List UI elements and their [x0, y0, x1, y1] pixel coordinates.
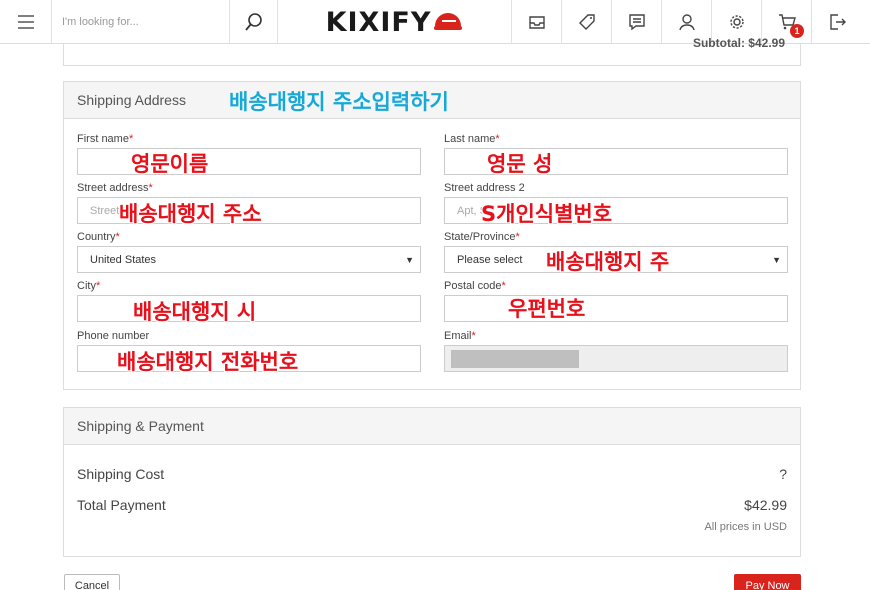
- tags-button[interactable]: [562, 0, 612, 44]
- annotation-first-name: 영문이름: [131, 152, 209, 176]
- shipping-address-card: Shipping Address First name* Last name* …: [63, 81, 801, 390]
- hamburger-icon: [17, 15, 34, 29]
- user-icon: [678, 14, 695, 31]
- country-value: United States: [90, 253, 157, 266]
- currency-note: All prices in USD: [704, 521, 787, 533]
- shipping-payment-card: Shipping & Payment Shipping Cost ? Total…: [63, 407, 801, 557]
- first-name-field[interactable]: [77, 148, 421, 175]
- messages-button[interactable]: [612, 0, 662, 44]
- postal-code-label: Postal code*: [444, 280, 506, 292]
- pay-now-button[interactable]: Pay Now: [734, 574, 801, 590]
- annotation-last-name: 영문 성: [487, 152, 553, 176]
- total-payment-value: $42.99: [744, 497, 787, 513]
- annotation-section: 배송대행지 주소입력하기: [229, 90, 449, 114]
- annotation-street: 배송대행지 주소: [119, 202, 262, 226]
- phone-label: Phone number: [77, 330, 150, 342]
- inbox-button[interactable]: [512, 0, 562, 44]
- gear-icon: [729, 15, 744, 29]
- search-button[interactable]: [230, 0, 278, 44]
- search-input[interactable]: I'm looking for...: [52, 0, 230, 44]
- last-name-label: Last name*: [444, 133, 500, 145]
- shipping-payment-title: Shipping & Payment: [64, 408, 800, 445]
- sneaker-logo-icon: [434, 13, 463, 30]
- first-name-label: First name*: [77, 133, 134, 145]
- street-address-2-label: Street address 2: [444, 182, 525, 194]
- street-address-label: Street address*: [77, 182, 153, 194]
- annotation-state: 배송대행지 주: [546, 250, 670, 274]
- state-label: State/Province*: [444, 231, 520, 243]
- message-icon: [628, 14, 645, 31]
- tag-icon: [578, 14, 595, 30]
- menu-button[interactable]: [0, 0, 52, 44]
- shipping-cost-label: Shipping Cost: [77, 466, 165, 482]
- country-select[interactable]: United States ▼: [77, 246, 421, 273]
- logo-text: KIXIFY: [325, 6, 432, 38]
- email-label: Email*: [444, 330, 476, 342]
- total-payment-label: Total Payment: [77, 497, 166, 513]
- annotation-postal: 우편번호: [508, 297, 586, 321]
- city-label: City*: [77, 280, 101, 292]
- annotation-phone: 배송대행지 전화번호: [117, 350, 299, 374]
- order-summary-card: Subtotal: $42.99: [63, 36, 801, 66]
- logout-icon: [830, 14, 846, 30]
- inbox-icon: [528, 16, 545, 29]
- annotation-street-2: S개인식별번호: [481, 202, 613, 226]
- state-value: Please select: [457, 253, 523, 266]
- logout-button[interactable]: [812, 0, 862, 44]
- annotation-city: 배송대행지 시: [133, 300, 257, 324]
- search-icon: [244, 13, 262, 31]
- cart-count-badge: 1: [790, 24, 804, 38]
- dropdown-caret-icon: ▼: [405, 255, 414, 265]
- dropdown-caret-icon: ▼: [772, 255, 781, 265]
- postal-code-field[interactable]: [444, 295, 788, 322]
- logo[interactable]: KIXIFY: [278, 0, 512, 44]
- cancel-button[interactable]: Cancel: [64, 574, 120, 590]
- country-label: Country*: [77, 231, 120, 243]
- email-field: [444, 345, 788, 372]
- redacted-email: [451, 349, 579, 368]
- subtotal-text: Subtotal: $42.99: [692, 36, 785, 50]
- shipping-cost-value: ?: [779, 466, 787, 482]
